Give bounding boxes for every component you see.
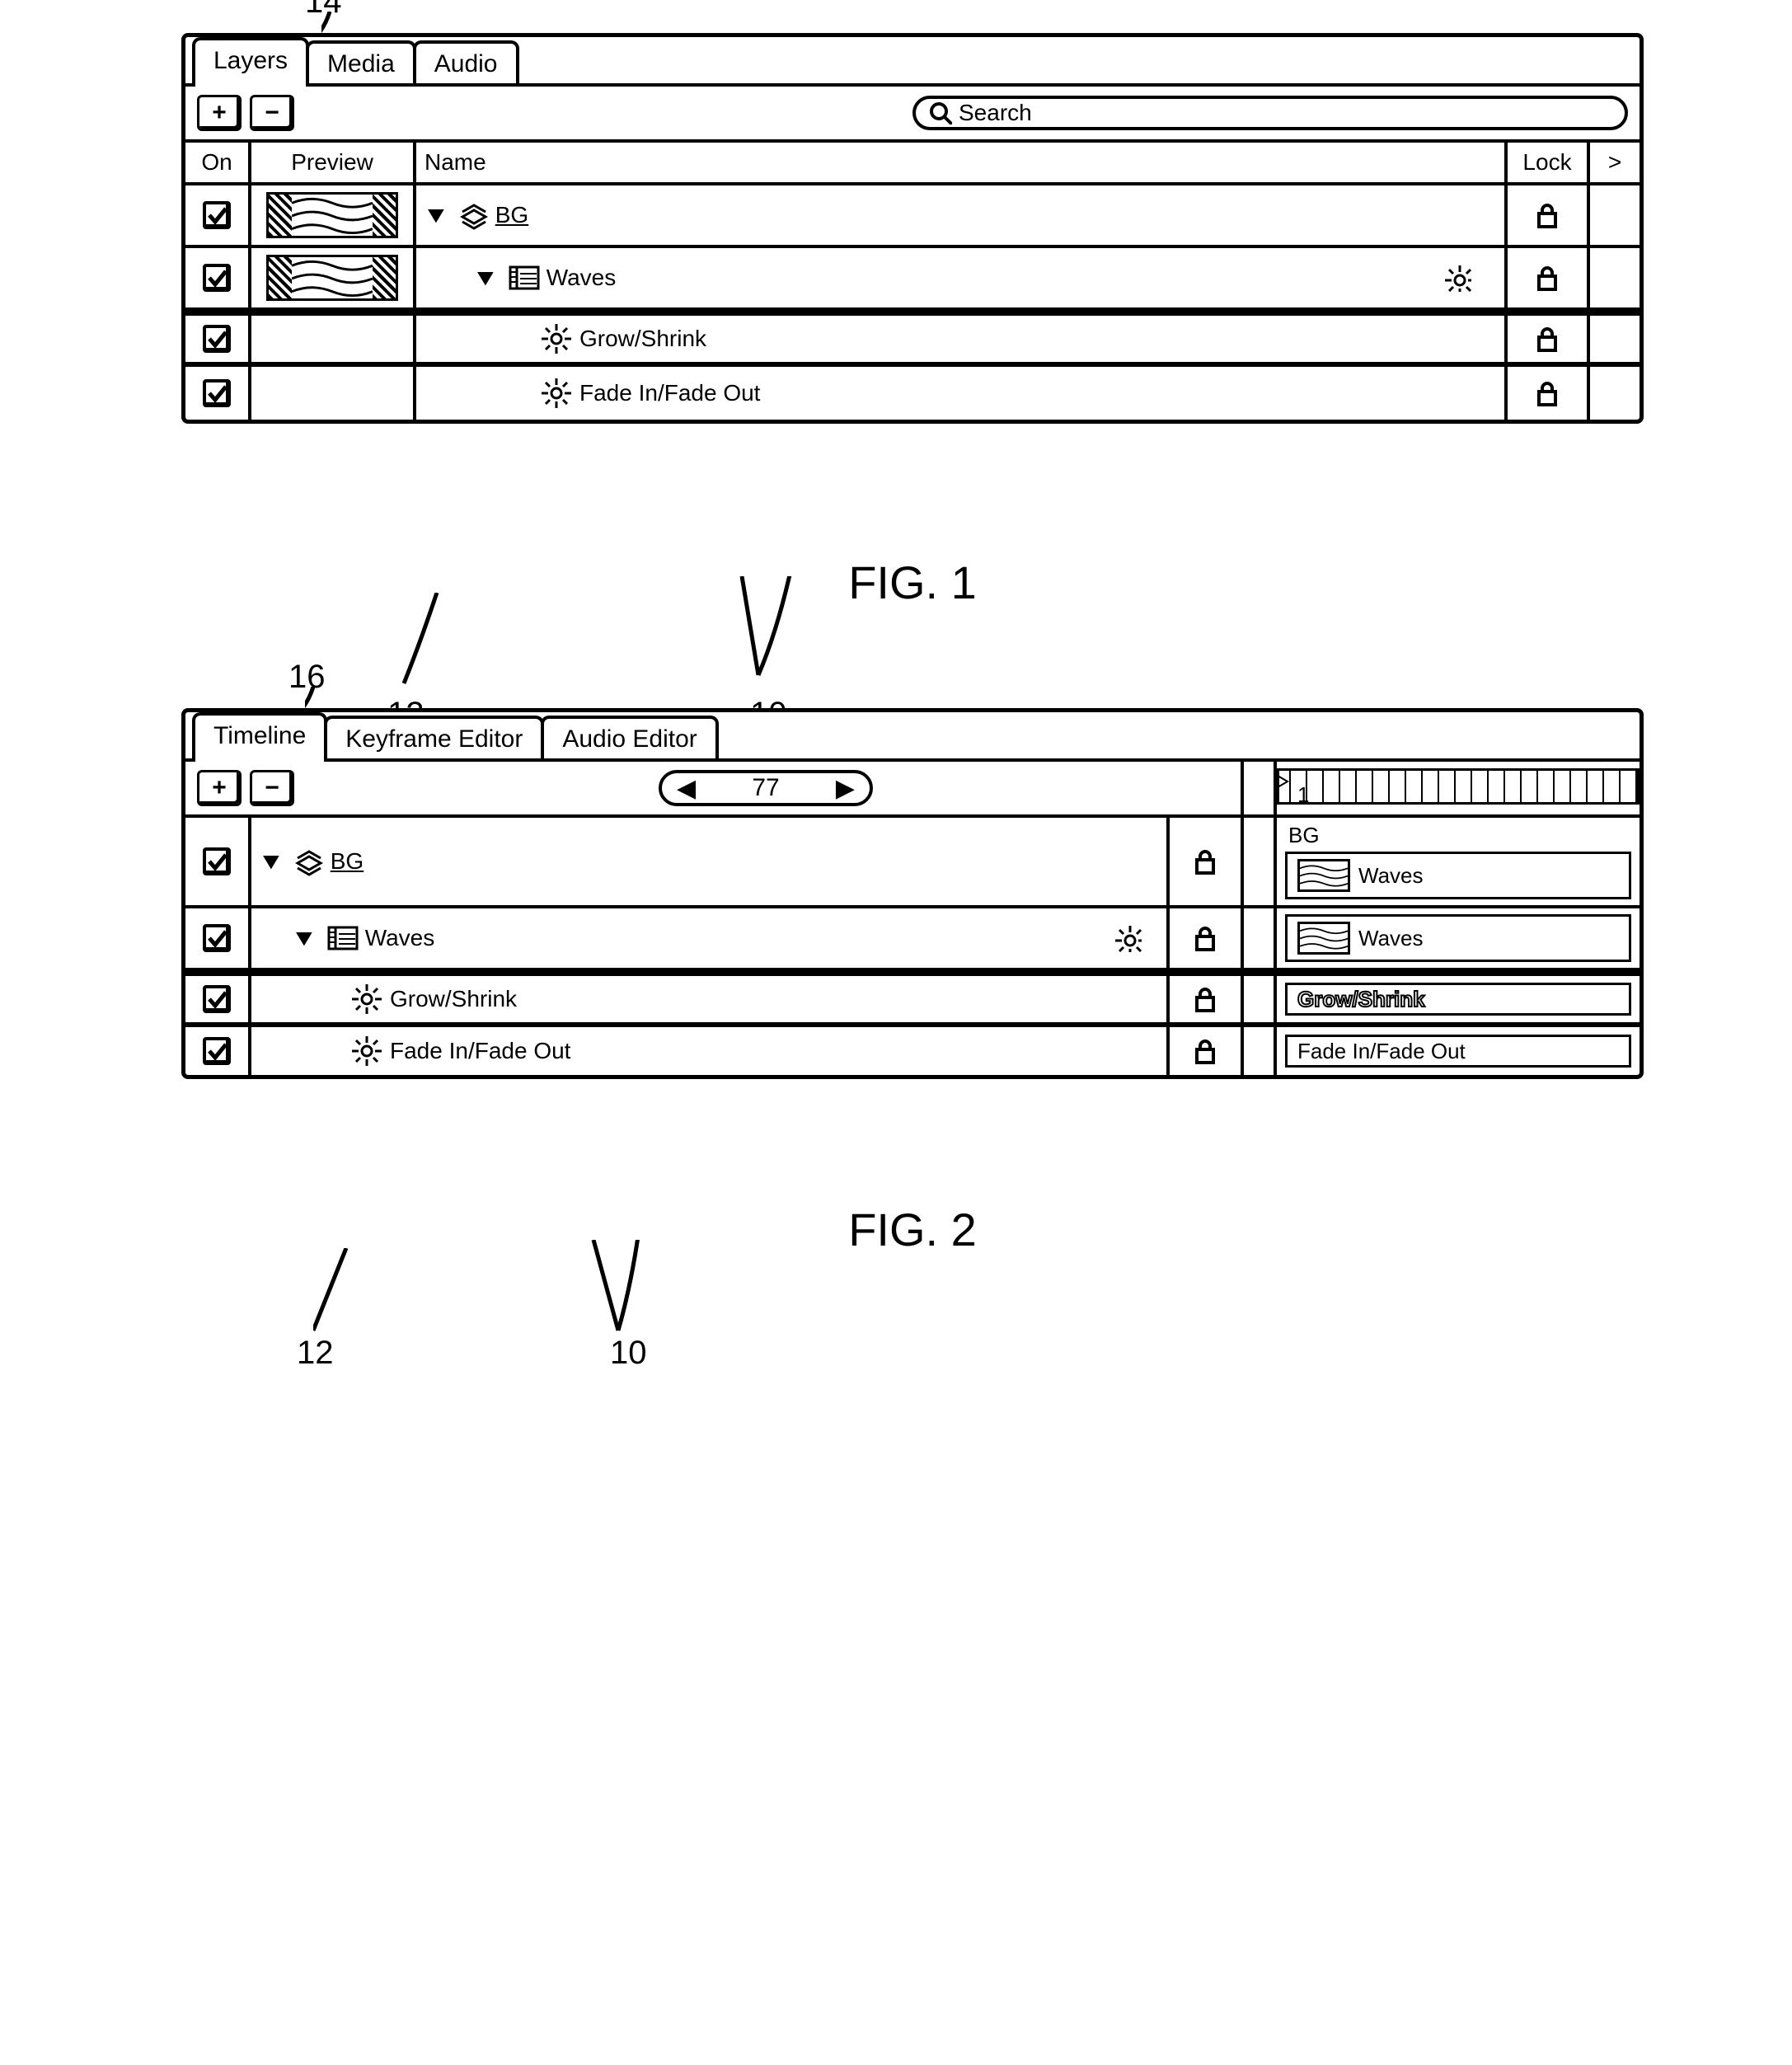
ruler-label: 1: [1297, 782, 1309, 805]
stack-icon: [293, 845, 326, 878]
lock-icon[interactable]: [1190, 847, 1220, 876]
clip[interactable]: Fade In/Fade Out: [1285, 1035, 1631, 1068]
remove-button[interactable]: −: [250, 95, 294, 131]
group-label: BG: [1285, 823, 1631, 848]
tab-keyframe-editor[interactable]: Keyframe Editor: [324, 716, 544, 758]
film-icon: [507, 262, 542, 293]
timeline-panel: Timeline Keyframe Editor Audio Editor + …: [181, 708, 1644, 1079]
search-placeholder: Search: [959, 100, 1032, 126]
disclosure-triangle[interactable]: ▼: [471, 265, 499, 291]
visibility-checkbox[interactable]: [203, 847, 231, 875]
behavior-name[interactable]: Grow/Shrink: [579, 326, 706, 352]
preview-thumbnail: [266, 255, 398, 301]
track-area[interactable]: Grow/Shrink: [1277, 976, 1640, 1022]
lock-icon[interactable]: [1532, 200, 1562, 230]
layers-panel: Layers Media Audio + − Search On Preview…: [181, 33, 1644, 424]
disclosure-triangle[interactable]: ▼: [422, 202, 449, 228]
lock-icon[interactable]: [1532, 324, 1562, 354]
behavior-name[interactable]: Fade In/Fade Out: [579, 380, 760, 406]
behavior-name[interactable]: Grow/Shrink: [390, 986, 517, 1012]
visibility-checkbox[interactable]: [203, 1037, 231, 1065]
visibility-checkbox[interactable]: [203, 924, 231, 952]
track-area[interactable]: Waves: [1277, 908, 1640, 968]
lock-icon[interactable]: [1532, 378, 1562, 408]
preview-thumbnail: [266, 192, 398, 238]
tabbar: Timeline Keyframe Editor Audio Editor: [185, 712, 1640, 762]
timeline-row[interactable]: ▼ Waves Waves: [185, 908, 1640, 971]
gear-icon: [540, 322, 573, 355]
clip-label: Waves: [1358, 863, 1424, 889]
lock-icon[interactable]: [1190, 1036, 1220, 1066]
behavior-row[interactable]: Grow/Shrink: [185, 311, 1640, 367]
track-area[interactable]: BG Waves: [1277, 818, 1640, 905]
clip-thumbnail: [1297, 922, 1350, 955]
tab-timeline[interactable]: Timeline: [192, 712, 327, 758]
search-icon: [929, 101, 952, 124]
lock-icon[interactable]: [1190, 923, 1220, 953]
behavior-row[interactable]: Fade In/Fade Out Fade In/Fade Out: [185, 1027, 1640, 1075]
ref-14: 14: [305, 0, 342, 21]
lock-icon[interactable]: [1532, 263, 1562, 293]
tab-audio[interactable]: Audio: [413, 40, 519, 83]
behavior-name[interactable]: Fade In/Fade Out: [390, 1038, 570, 1064]
gear-icon[interactable]: [1443, 264, 1471, 292]
layer-name[interactable]: Waves: [365, 925, 435, 951]
add-button[interactable]: +: [197, 770, 242, 806]
clip-thumbnail: [1297, 859, 1350, 892]
behavior-row[interactable]: Fade In/Fade Out: [185, 367, 1640, 420]
col-preview: Preview: [251, 143, 416, 182]
tab-layers[interactable]: Layers: [192, 37, 309, 83]
stack-icon: [457, 199, 490, 232]
col-name: Name: [416, 143, 1508, 182]
timeline-ruler[interactable]: 1: [1277, 768, 1640, 805]
search-input[interactable]: Search: [912, 96, 1628, 130]
disclosure-triangle[interactable]: ▼: [290, 925, 317, 951]
disclosure-triangle[interactable]: ▼: [257, 848, 284, 875]
tab-audio-editor[interactable]: Audio Editor: [541, 716, 718, 758]
col-on: On: [185, 143, 251, 182]
clip-label: Waves: [1358, 926, 1424, 951]
clip[interactable]: Waves: [1285, 914, 1631, 962]
ref-12: 12: [297, 1335, 334, 1372]
timeline-row[interactable]: ▼ BG BG Waves: [185, 818, 1640, 908]
track-area[interactable]: Fade In/Fade Out: [1277, 1027, 1640, 1075]
gear-icon: [350, 983, 383, 1016]
visibility-checkbox[interactable]: [203, 379, 231, 407]
col-lock: Lock: [1508, 143, 1590, 182]
layer-name[interactable]: BG: [331, 848, 364, 875]
clip[interactable]: Grow/Shrink: [1285, 983, 1631, 1016]
lock-icon[interactable]: [1190, 984, 1220, 1014]
film-icon: [326, 922, 360, 954]
gear-icon: [540, 377, 573, 410]
clip-label: Fade In/Fade Out: [1297, 1039, 1466, 1064]
frame-value[interactable]: 77: [752, 774, 779, 802]
layer-row[interactable]: ▼ BG: [185, 185, 1640, 248]
layer-name[interactable]: BG: [495, 202, 528, 228]
gear-icon[interactable]: [1114, 924, 1142, 952]
visibility-checkbox[interactable]: [203, 985, 231, 1013]
toolbar: + − Search: [185, 87, 1640, 143]
frame-prev-icon[interactable]: ◀: [677, 774, 696, 803]
col-expand[interactable]: >: [1590, 143, 1640, 182]
layer-name[interactable]: Waves: [547, 265, 617, 291]
layer-row[interactable]: ▼ Waves: [185, 248, 1640, 311]
behavior-row[interactable]: Grow/Shrink Grow/Shrink: [185, 971, 1640, 1027]
visibility-checkbox[interactable]: [203, 325, 231, 353]
ref-10: 10: [610, 1335, 647, 1372]
column-header: On Preview Name Lock >: [185, 143, 1640, 185]
tab-media[interactable]: Media: [306, 40, 416, 83]
tabbar: Layers Media Audio: [185, 37, 1640, 87]
visibility-checkbox[interactable]: [203, 201, 231, 229]
frame-stepper[interactable]: ◀ 77 ▶: [659, 770, 873, 806]
remove-button[interactable]: −: [250, 770, 294, 806]
frame-next-icon[interactable]: ▶: [836, 774, 855, 803]
add-button[interactable]: +: [197, 95, 242, 131]
clip[interactable]: Waves: [1285, 852, 1631, 899]
clip-label: Grow/Shrink: [1297, 987, 1425, 1012]
visibility-checkbox[interactable]: [203, 264, 231, 292]
gear-icon: [350, 1035, 383, 1068]
ref-16: 16: [289, 659, 326, 696]
toolbar: + − ◀ 77 ▶: [185, 762, 1244, 814]
